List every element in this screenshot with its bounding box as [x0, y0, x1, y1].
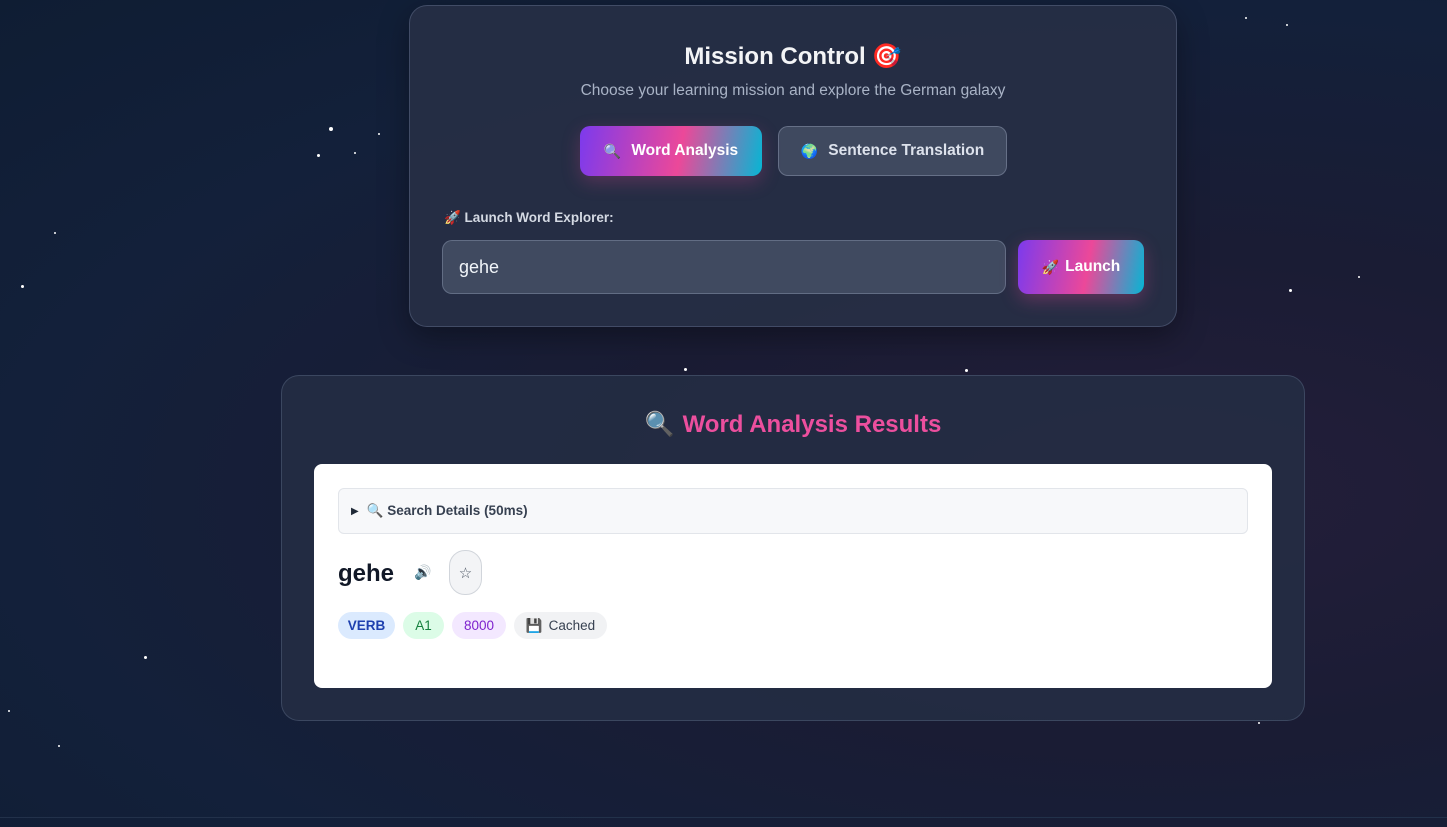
word-analysis-results-panel: 🔍 Word Analysis Results ▶ 🔍 Search Detail…: [281, 375, 1305, 721]
globe-icon: 🌍: [800, 142, 819, 159]
cached-badge: 💾 Cached: [514, 612, 607, 639]
launch-button[interactable]: 🚀 Launch: [1018, 240, 1144, 294]
star: [317, 154, 320, 157]
part-of-speech-badge: VERB: [338, 612, 395, 639]
launch-label: Launch: [1065, 258, 1121, 275]
star: [378, 133, 380, 135]
headword: gehe: [338, 560, 395, 587]
star: [58, 745, 60, 747]
star: [965, 369, 968, 372]
expand-triangle-icon: ▶: [351, 505, 359, 517]
mission-title-text: Mission Control: [684, 43, 866, 70]
results-title-text: Word Analysis Results: [682, 411, 942, 438]
sentence-translation-label: Sentence Translation: [828, 142, 985, 159]
sentence-translation-button[interactable]: 🌍 Sentence Translation: [778, 126, 1007, 176]
floppy-disk-icon: 💾: [525, 617, 543, 633]
search-details-toggle[interactable]: ▶ 🔍 Search Details (50ms): [338, 488, 1248, 534]
star: [144, 656, 147, 659]
mission-subtitle: Choose your learning mission and explore…: [580, 82, 1006, 99]
target-icon: 🎯: [871, 43, 902, 70]
star: [354, 152, 356, 154]
magnifier-icon: 🔍: [603, 142, 622, 159]
mission-title: Mission Control 🎯: [410, 42, 1176, 71]
star: [1258, 722, 1260, 724]
star: [21, 285, 24, 288]
cached-label: Cached: [548, 618, 596, 633]
favorite-button[interactable]: ☆: [449, 550, 482, 595]
word-result-card: ▶ 🔍 Search Details (50ms) gehe 🔊 ☆ VERB …: [314, 464, 1272, 688]
word-explorer-label: 🚀 Launch Word Explorer:: [444, 210, 614, 225]
word-input[interactable]: [442, 240, 1006, 294]
word-analysis-button[interactable]: 🔍 Word Analysis: [580, 126, 762, 176]
star: [1358, 276, 1360, 278]
star: [8, 710, 10, 712]
star: [684, 368, 687, 371]
star-icon: ☆: [458, 564, 473, 582]
rocket-icon: 🚀: [1041, 258, 1060, 275]
magnifier-icon: 🔍: [644, 411, 675, 438]
star: [329, 127, 333, 131]
star: [1245, 17, 1247, 19]
star: [1289, 289, 1292, 292]
star: [54, 232, 56, 234]
speaker-icon[interactable]: 🔊: [414, 564, 431, 581]
results-title: 🔍 Word Analysis Results: [282, 410, 1304, 439]
level-badge: A1: [403, 612, 444, 639]
word-analysis-label: Word Analysis: [631, 142, 739, 159]
search-details-label: 🔍 Search Details (50ms): [366, 503, 528, 518]
mission-control-panel: Mission Control 🎯 Choose your learning mi…: [409, 5, 1177, 327]
star: [1286, 24, 1288, 26]
footer-divider: [0, 817, 1447, 818]
frequency-badge: 8000: [452, 612, 506, 639]
